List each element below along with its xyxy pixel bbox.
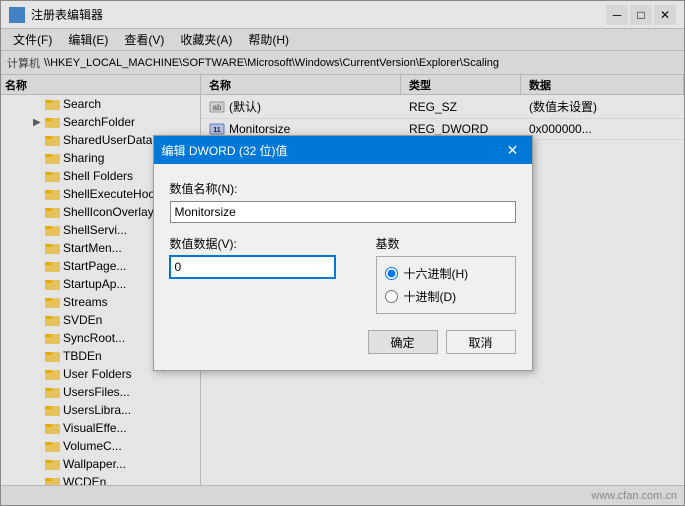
modal-overlay: 编辑 DWORD (32 位)值 ✕ 数值名称(N): 数值数据(V): 基数: [0, 0, 685, 506]
radio-dec-label: 十进制(D): [404, 288, 457, 305]
dialog-value-section: 数值数据(V):: [170, 235, 360, 314]
dialog-confirm-button[interactable]: 确定: [368, 330, 438, 354]
dialog-value-label: 数值数据(V):: [170, 235, 360, 252]
watermark: www.cfan.com.cn: [591, 490, 677, 502]
dialog-title-text: 编辑 DWORD (32 位)值: [162, 142, 502, 159]
dialog-title-bar: 编辑 DWORD (32 位)值 ✕: [154, 136, 532, 164]
dialog-value-row: 数值数据(V): 基数 十六进制(H) 十进制(D): [170, 235, 516, 314]
dialog-edit-dword: 编辑 DWORD (32 位)值 ✕ 数值名称(N): 数值数据(V): 基数: [153, 135, 533, 371]
dialog-body: 数值名称(N): 数值数据(V): 基数 十六进制(H): [154, 164, 532, 370]
radio-hex-label: 十六进制(H): [404, 265, 469, 282]
dialog-name-label: 数值名称(N):: [170, 180, 516, 197]
dialog-base-label: 基数: [376, 235, 516, 252]
radio-hex[interactable]: [385, 267, 398, 280]
dialog-base-group: 基数 十六进制(H) 十进制(D): [376, 235, 516, 314]
radio-dec-option[interactable]: 十进制(D): [385, 288, 507, 305]
dialog-name-input[interactable]: [170, 201, 516, 223]
dialog-value-input[interactable]: [170, 256, 335, 278]
dialog-buttons: 确定 取消: [170, 330, 516, 354]
radio-hex-option[interactable]: 十六进制(H): [385, 265, 507, 282]
radio-dec[interactable]: [385, 290, 398, 303]
dialog-close-button[interactable]: ✕: [502, 140, 524, 160]
dialog-base-options: 十六进制(H) 十进制(D): [376, 256, 516, 314]
dialog-cancel-button[interactable]: 取消: [446, 330, 516, 354]
